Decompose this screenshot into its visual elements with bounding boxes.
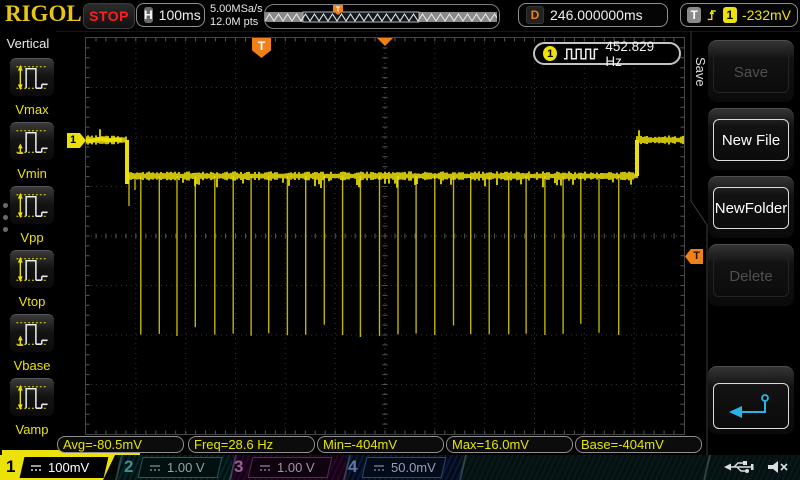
freq-counter-channel-chip: 1 — [543, 46, 557, 61]
softkey-new-folder[interactable]: NewFolder — [708, 176, 794, 238]
measure-item-label: Vmin — [9, 166, 55, 181]
vtop-icon — [10, 250, 54, 288]
softkey-label: Save — [713, 51, 789, 93]
h-chip: H — [144, 7, 153, 23]
channel1-scale-box[interactable]: 100mV — [20, 457, 109, 478]
frequency-counter-badge: 1 452.829 Hz — [533, 42, 681, 65]
vpp-icon — [10, 186, 54, 224]
measure-readout-min: Min=-404mV — [317, 436, 444, 453]
vamp-icon — [10, 378, 54, 416]
vbase-icon — [10, 314, 54, 352]
channel2-scale: 1.00 V — [167, 460, 205, 475]
channel4-scale: 50.0mV — [391, 460, 436, 475]
measure-item-label: Vpp — [9, 230, 55, 245]
run-state-indicator[interactable]: STOP — [83, 3, 135, 29]
top-status-bar: RIGOL STOP H 100ms 5.00MSa/s 12.0M pts T… — [0, 0, 800, 32]
horizontal-scale-box[interactable]: H 100ms — [136, 3, 205, 27]
waveform-memory-preview[interactable]: T — [264, 4, 500, 29]
softkey-label: NewFolder — [713, 187, 789, 229]
left-measure-menu: Vertical Vmax Vmin Vpp Vtop Vbase Vamp — [0, 31, 56, 455]
channel-status-bar: 1 100mV 2 1.00 V 3 — [0, 455, 800, 480]
left-menu-title: Vertical — [0, 36, 56, 51]
rigol-logo: RIGOL — [5, 1, 82, 27]
usb-icon — [722, 458, 756, 476]
vmax-icon — [10, 58, 54, 96]
channel1-number: 1 — [6, 457, 15, 477]
memory-depth: 12.0M pts — [210, 16, 263, 29]
delay-box[interactable]: D 246.000000ms — [518, 3, 668, 27]
acquisition-info: 5.00MSa/s 12.0M pts — [210, 3, 263, 28]
measure-item-vmax[interactable]: Vmax — [9, 58, 55, 117]
softkey-new-file[interactable]: New File — [708, 108, 794, 170]
memory-zigzag-icon: T — [265, 5, 497, 26]
measure-readout-avg: Avg=-80.5mV — [57, 436, 184, 453]
page-indicator-dot — [3, 203, 8, 208]
oscilloscope-screen: RIGOL STOP H 100ms 5.00MSa/s 12.0M pts T… — [0, 0, 800, 480]
softkey-label: Delete — [713, 255, 789, 297]
channel2-number[interactable]: 2 — [124, 457, 133, 477]
channel3-scale: 1.00 V — [277, 460, 315, 475]
t-chip: T — [687, 7, 701, 23]
dc-coupling-icon — [149, 463, 161, 473]
measure-readout-base: Base=-404mV — [575, 436, 702, 453]
delay-center-marker-icon — [377, 38, 393, 46]
speaker-muted-icon[interactable] — [766, 458, 790, 476]
softkey-return[interactable] — [708, 366, 794, 434]
channel2-scale-box[interactable]: 1.00 V — [138, 457, 223, 478]
trigger-box[interactable]: T 1 -232mV — [680, 3, 798, 27]
sample-rate: 5.00MSa/s — [210, 3, 263, 16]
measure-item-vbase[interactable]: Vbase — [9, 314, 55, 373]
page-indicator-dot — [3, 227, 8, 232]
dc-coupling-icon — [259, 463, 271, 473]
freq-counter-value: 452.829 Hz — [605, 39, 671, 69]
dc-coupling-icon — [30, 463, 42, 473]
measure-item-label: Vmax — [9, 102, 55, 117]
rising-edge-icon — [706, 7, 718, 23]
measure-readout-freq: Freq=28.6 Hz — [188, 436, 315, 453]
channel1-scale: 100mV — [48, 460, 89, 475]
dc-coupling-icon — [373, 463, 385, 473]
measure-item-label: Vbase — [9, 358, 55, 373]
return-arrow-icon — [723, 391, 779, 421]
channel1-trace — [86, 38, 684, 434]
measure-readout-max: Max=16.0mV — [446, 436, 573, 453]
square-wave-icon — [563, 47, 599, 60]
softkey-save[interactable]: Save — [708, 40, 794, 102]
measure-item-label: Vtop — [9, 294, 55, 309]
vmin-icon — [10, 122, 54, 160]
trigger-source-chip: 1 — [723, 7, 737, 23]
measure-item-label: Vamp — [9, 422, 55, 437]
channel3-scale-box[interactable]: 1.00 V — [248, 457, 333, 478]
right-soft-menu: Save Save New File NewFolder Delete — [690, 31, 800, 455]
page-indicator-dot — [3, 215, 8, 220]
channel4-scale-box[interactable]: 50.0mV — [362, 457, 447, 478]
softkey-label: New File — [713, 119, 789, 161]
waveform-display — [85, 37, 685, 435]
trigger-level-value: -232mV — [742, 7, 791, 23]
measure-item-vtop[interactable]: Vtop — [9, 250, 55, 309]
softkey-delete[interactable]: Delete — [708, 244, 794, 306]
svg-text:T: T — [336, 7, 341, 14]
d-chip: D — [526, 6, 544, 24]
measure-item-vamp[interactable]: Vamp — [9, 378, 55, 437]
menu-tab-label: Save — [693, 57, 708, 87]
measure-item-vmin[interactable]: Vmin — [9, 122, 55, 181]
measure-item-vpp[interactable]: Vpp — [9, 186, 55, 245]
horizontal-scale-value: 100ms — [159, 7, 201, 23]
channel1-level-flag-icon[interactable]: 1 — [67, 133, 86, 148]
delay-value: 246.000000ms — [550, 7, 643, 23]
